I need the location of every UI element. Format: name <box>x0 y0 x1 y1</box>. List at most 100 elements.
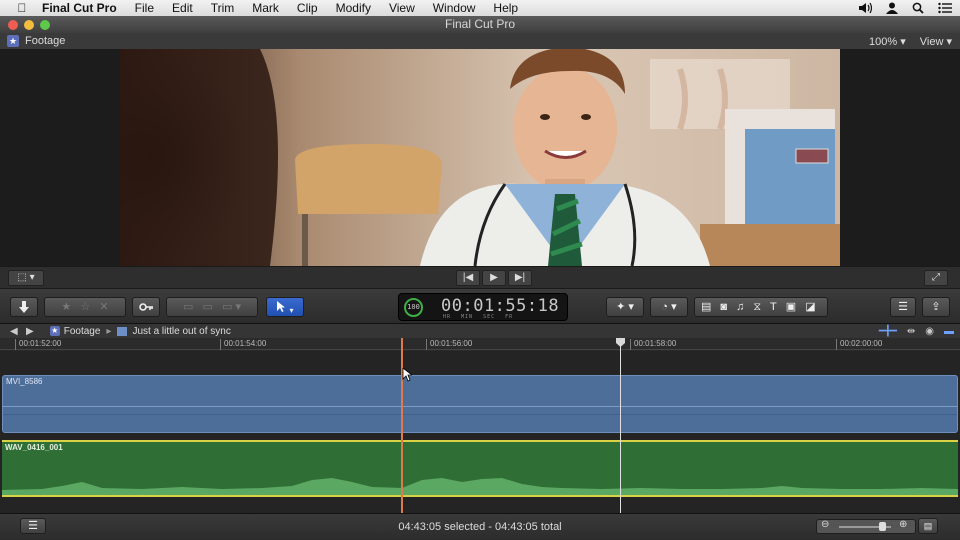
menu-view[interactable]: View <box>389 1 415 15</box>
status-bar: ☰ 04:43:05 selected - 04:43:05 total ⊖ ⊕… <box>0 513 960 540</box>
viewer-controls: 100% ▾ View ▾ <box>869 35 952 48</box>
menubar:  Final Cut Pro File Edit Trim Mark Clip… <box>0 0 960 16</box>
select-tool-button[interactable]: ▾ <box>266 297 304 317</box>
import-arrow-icon <box>19 301 29 313</box>
menu-clip[interactable]: Clip <box>297 1 318 15</box>
zoom-slider-thumb[interactable] <box>879 522 886 531</box>
media-browser-buttons[interactable]: ▤◙♫⧖T▣◪ <box>694 297 828 317</box>
breadcrumb-project[interactable]: Just a little out of sync <box>132 326 230 337</box>
video-clip[interactable]: MVI_8586 <box>2 375 958 433</box>
apple-icon[interactable]:  <box>14 1 30 15</box>
rating-tools[interactable]: ★ ☆ ✕ <box>44 297 126 317</box>
timeline-history-back-icon[interactable]: ◀ ▶ <box>10 326 34 337</box>
breadcrumb-event[interactable]: Footage <box>64 326 101 337</box>
transitions-icon[interactable]: ⧖ <box>753 301 770 313</box>
menu-edit[interactable]: Edit <box>172 1 193 15</box>
next-edit-button[interactable]: ▶| <box>508 270 532 286</box>
minimize-window-button[interactable] <box>24 20 34 30</box>
background-tasks-percent: 100 <box>407 303 420 311</box>
themes-icon[interactable]: ◪ <box>805 301 824 313</box>
menu-window[interactable]: Window <box>433 1 476 15</box>
import-button[interactable] <box>10 297 38 317</box>
event-star-icon-small: ★ <box>49 326 60 336</box>
main-toolbar: ★ ☆ ✕ ▭ ▭ ▭ ▾ ▾ 100 00:01:55:18 HR MIN S… <box>0 288 960 324</box>
video-frame[interactable] <box>120 49 840 266</box>
viewer-library-label: Footage <box>25 35 66 47</box>
menu-file[interactable]: File <box>135 1 154 15</box>
menu-trim[interactable]: Trim <box>211 1 235 15</box>
fullscreen-button[interactable]: ⤢ <box>924 270 948 286</box>
timeline-view-controls: ━╋━ ⇹ ◉ ▬ <box>879 326 954 337</box>
generators-icon[interactable]: ▣ <box>786 301 805 313</box>
app-window:  Final Cut Pro File Edit Trim Mark Clip… <box>0 0 960 540</box>
share-button[interactable]: ⇪ <box>922 297 950 317</box>
ruler-tick-label: 00:02:00:00 <box>836 339 882 350</box>
previous-edit-button[interactable]: |◀ <box>456 270 480 286</box>
clip-appearance-icon[interactable]: ━╋━ <box>879 326 897 337</box>
photos-icon[interactable]: ▤ <box>701 301 720 313</box>
timeline-header: ◀ ▶ ★ Footage ▸ Just a little out of syn… <box>0 324 960 338</box>
timecode-display[interactable]: 100 00:01:55:18 HR MIN SEC FR <box>398 293 568 321</box>
skimming-icon[interactable]: ⇹ <box>907 326 915 337</box>
menu-modify[interactable]: Modify <box>336 1 371 15</box>
zoom-out-icon[interactable]: ⊖ <box>821 519 829 530</box>
ruler-tick-label: 00:01:52:00 <box>15 339 61 350</box>
timeline[interactable]: MVI_8586 WAV_0416_001 <box>0 351 960 513</box>
audio-clip[interactable]: WAV_0416_001 <box>2 440 958 497</box>
audio-skimming-icon[interactable]: ◉ <box>925 326 934 337</box>
timeline-ruler[interactable]: 00:01:52:00 00:01:54:00 00:01:56:00 00:0… <box>0 338 960 350</box>
window-controls <box>8 20 50 30</box>
edit-mode-buttons[interactable]: ▭ ▭ ▭ ▾ <box>166 297 258 317</box>
viewer-transport-bar: ⬚ ▾ |◀ ▶ ▶| ⤢ <box>0 266 960 288</box>
zoom-in-icon[interactable]: ⊕ <box>899 519 907 530</box>
play-button[interactable]: ▶ <box>482 270 506 286</box>
camera-icon[interactable]: ◙ <box>720 301 736 313</box>
clip-appearance-button[interactable]: ▤ <box>918 518 938 534</box>
viewer <box>0 49 960 266</box>
menu-mark[interactable]: Mark <box>252 1 279 15</box>
arrow-pointer-icon <box>277 301 286 312</box>
key-icon <box>139 303 153 311</box>
viewer-display-options-button[interactable]: ⬚ ▾ <box>8 270 44 286</box>
breadcrumb-separator-icon: ▸ <box>106 325 112 337</box>
skimmer-marker-icon[interactable] <box>616 338 625 347</box>
project-icon <box>117 326 128 336</box>
menu-help[interactable]: Help <box>493 1 518 15</box>
inspector-button[interactable]: ☰ <box>890 297 916 317</box>
zoom-slider[interactable]: ⊖ ⊕ <box>816 519 916 534</box>
ruler-tick-label: 00:01:56:00 <box>426 339 472 350</box>
enhancements-button[interactable]: ✦ ▾ <box>606 297 644 317</box>
menu-app[interactable]: Final Cut Pro <box>42 1 117 15</box>
view-menu[interactable]: View ▾ <box>920 35 952 48</box>
snapping-icon[interactable]: ▬ <box>944 326 954 337</box>
audio-clip-waveform <box>2 478 958 495</box>
video-clip-audio-waveform <box>3 406 957 415</box>
zoom-level-value: 100% <box>869 35 898 48</box>
ruler-tick-label: 00:01:54:00 <box>220 339 266 350</box>
skimmer-line <box>620 338 621 514</box>
chevron-down-icon: ▾ <box>289 306 294 315</box>
window-titlebar: Final Cut Pro <box>0 16 960 33</box>
music-icon[interactable]: ♫ <box>736 301 753 313</box>
volume-icon[interactable] <box>858 2 872 14</box>
mouse-cursor-icon <box>402 368 412 382</box>
notification-list-icon[interactable] <box>938 2 952 14</box>
timecode-value: 00:01:55:18 <box>441 296 560 316</box>
retime-button[interactable]: ◔ ▾ <box>650 297 688 317</box>
keyword-button[interactable] <box>132 297 160 317</box>
titles-icon[interactable]: T <box>770 301 786 313</box>
menubar-extras <box>858 0 952 16</box>
ruler-tick-label: 00:01:58:00 <box>630 339 676 350</box>
zoom-level-menu[interactable]: 100% ▾ <box>869 35 906 48</box>
timecode-units: HR MIN SEC FR <box>443 314 514 320</box>
close-window-button[interactable] <box>8 20 18 30</box>
background-tasks-indicator[interactable]: 100 <box>404 298 423 317</box>
window-title: Final Cut Pro <box>444 17 516 31</box>
video-frame-image <box>120 49 840 266</box>
playhead[interactable] <box>401 338 403 514</box>
user-icon[interactable] <box>886 2 898 14</box>
viewer-header: ★ Footage 100% ▾ View ▾ <box>0 33 960 49</box>
view-menu-label: View <box>919 35 944 48</box>
zoom-window-button[interactable] <box>40 20 50 30</box>
spotlight-search-icon[interactable] <box>912 2 924 14</box>
